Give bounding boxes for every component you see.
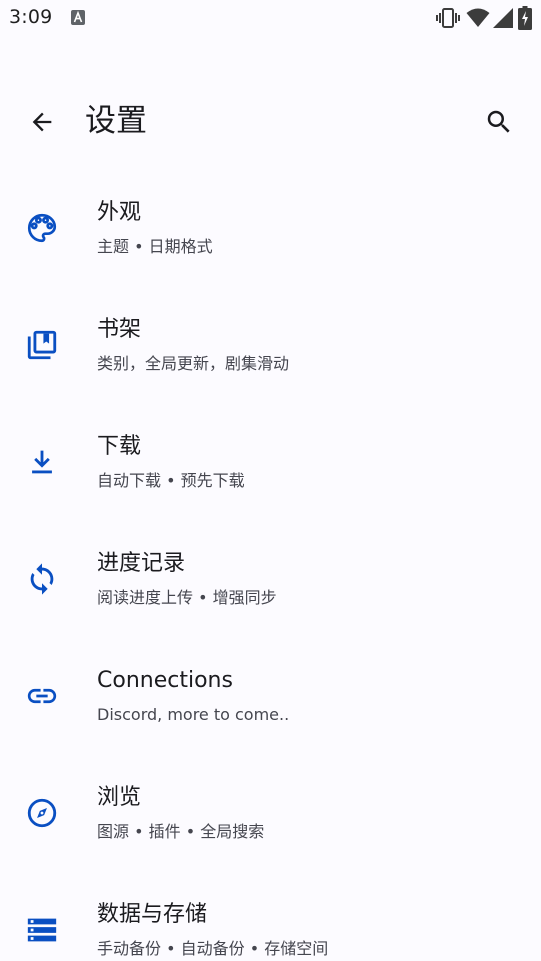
sync-icon <box>22 559 62 599</box>
item-title: 书架 <box>97 317 142 342</box>
palette-icon <box>22 208 62 248</box>
status-icons <box>436 6 532 30</box>
arrow-back-icon <box>32 112 52 132</box>
item-title: 下载 <box>97 434 142 459</box>
status-bar: 3:09 <box>0 0 541 36</box>
settings-item-appearance[interactable]: 外观 主题 • 日期格式 <box>0 180 541 297</box>
status-time: 3:09 <box>9 6 53 28</box>
link-icon <box>22 676 62 716</box>
vibrate-icon <box>436 7 460 29</box>
settings-screen: 3:09 设置 外观 主题 • 日期格式 书架 类别，全局更新，剧集滑动 下载 … <box>0 0 541 961</box>
settings-item-library[interactable]: 书架 类别，全局更新，剧集滑动 <box>0 297 541 414</box>
search-icon <box>487 110 510 133</box>
item-subtitle: 手动备份 • 自动备份 • 存储空间 <box>97 939 329 958</box>
item-subtitle: 阅读进度上传 • 增强同步 <box>97 588 277 607</box>
explore-icon <box>22 793 62 833</box>
settings-item-downloads[interactable]: 下载 自动下载 • 预先下载 <box>0 414 541 531</box>
storage-icon <box>22 910 62 950</box>
app-bar: 设置 <box>0 82 541 160</box>
item-subtitle: 自动下载 • 预先下载 <box>97 471 245 490</box>
search-button[interactable] <box>477 100 521 144</box>
item-subtitle: Discord, more to come.. <box>97 705 290 724</box>
wifi-icon <box>466 7 490 29</box>
item-title: 进度记录 <box>97 551 186 576</box>
battery-charging-icon <box>518 6 532 30</box>
settings-list: 外观 主题 • 日期格式 书架 类别，全局更新，剧集滑动 下载 自动下载 • 预… <box>0 180 541 961</box>
settings-item-browse[interactable]: 浏览 图源 • 插件 • 全局搜索 <box>0 765 541 882</box>
settings-item-data-storage[interactable]: 数据与存储 手动备份 • 自动备份 • 存储空间 <box>0 882 541 961</box>
item-subtitle: 图源 • 插件 • 全局搜索 <box>97 822 265 841</box>
settings-item-tracking[interactable]: 进度记录 阅读进度上传 • 增强同步 <box>0 531 541 648</box>
back-button[interactable] <box>22 102 62 142</box>
item-title: Connections <box>97 668 233 693</box>
item-subtitle: 类别，全局更新，剧集滑动 <box>97 354 290 373</box>
notification-a-icon <box>71 10 85 25</box>
download-icon <box>22 442 62 482</box>
item-title: 浏览 <box>97 785 142 810</box>
settings-item-connections[interactable]: Connections Discord, more to come.. <box>0 648 541 765</box>
item-title: 数据与存储 <box>97 902 208 927</box>
item-title: 外观 <box>97 200 142 225</box>
signal-icon <box>492 7 514 29</box>
page-title: 设置 <box>85 103 147 139</box>
library-books-icon <box>22 325 62 365</box>
item-subtitle: 主题 • 日期格式 <box>97 237 213 256</box>
